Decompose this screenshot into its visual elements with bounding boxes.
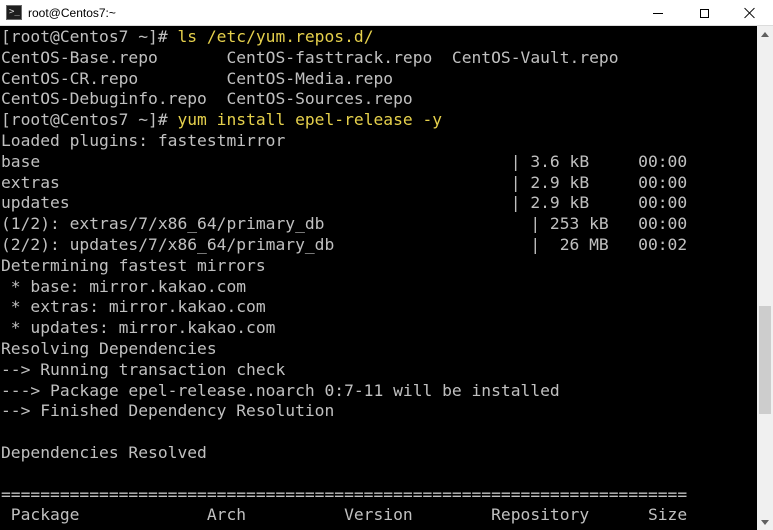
shell-prompt: [root@Centos7 ~]# bbox=[1, 27, 178, 46]
terminal-line: Dependencies Resolved bbox=[1, 442, 207, 462]
terminal-line: --> Finished Dependency Resolution bbox=[1, 401, 335, 421]
arrow-up-icon bbox=[761, 31, 769, 37]
terminal-output[interactable]: [root@Centos7 ~]# ls /etc/yum.repos.d/ C… bbox=[0, 26, 757, 530]
command-text: yum install epel-release -y bbox=[177, 110, 443, 130]
terminal-window: >_ root@Centos7:~ [root@Centos7 ~]# ls /… bbox=[0, 0, 773, 530]
terminal-line: extras | 2.9 kB 00:00 bbox=[1, 172, 688, 192]
maximize-button[interactable] bbox=[681, 0, 727, 26]
scrollbar-thumb[interactable] bbox=[759, 306, 771, 414]
terminal-line: * extras: mirror.kakao.com bbox=[1, 297, 266, 317]
scroll-up-button[interactable] bbox=[757, 26, 773, 42]
terminal-line: (1/2): extras/7/x86_64/primary_db | 253 … bbox=[1, 214, 688, 234]
terminal-line: (2/2): updates/7/x86_64/primary_db | 26 … bbox=[1, 234, 688, 254]
title-bar[interactable]: >_ root@Centos7:~ bbox=[0, 0, 773, 26]
maximize-icon bbox=[699, 8, 709, 18]
terminal-line: Determining fastest mirrors bbox=[1, 255, 266, 275]
command-text: ls /etc/yum.repos.d/ bbox=[177, 27, 374, 46]
terminal-line: CentOS-Base.repo CentOS-fasttrack.repo C… bbox=[1, 47, 619, 67]
terminal-line: Package Arch Version Repository Size bbox=[1, 505, 688, 525]
terminal-line: CentOS-Debuginfo.repo CentOS-Sources.rep… bbox=[1, 89, 413, 109]
terminal-line: Resolving Dependencies bbox=[1, 338, 217, 358]
arrow-down-icon bbox=[761, 519, 769, 525]
terminal-line: [root@Centos7 ~]# ls /etc/yum.repos.d/ bbox=[1, 27, 687, 48]
close-icon bbox=[744, 7, 756, 19]
scroll-down-button[interactable] bbox=[757, 514, 773, 530]
terminal-line: * updates: mirror.kakao.com bbox=[1, 318, 276, 338]
terminal-line: updates | 2.9 kB 00:00 bbox=[1, 193, 688, 213]
terminal-line: --> Running transaction check bbox=[1, 359, 286, 379]
terminal-line: base | 3.6 kB 00:00 bbox=[1, 151, 688, 171]
terminal-line: Loaded plugins: fastestmirror bbox=[1, 130, 286, 150]
terminal-line: * base: mirror.kakao.com bbox=[1, 276, 247, 296]
window-title: root@Centos7:~ bbox=[28, 6, 116, 20]
terminal-line: ========================================… bbox=[1, 484, 688, 504]
shell-prompt: [root@Centos7 ~]# bbox=[1, 110, 178, 130]
vertical-scrollbar[interactable] bbox=[757, 26, 773, 530]
close-button[interactable] bbox=[727, 0, 773, 26]
terminal-icon: >_ bbox=[6, 5, 22, 20]
terminal-line: CentOS-CR.repo CentOS-Media.repo bbox=[1, 68, 394, 88]
terminal-line: ---> Package epel-release.noarch 0:7-11 … bbox=[1, 380, 560, 400]
terminal-line: [root@Centos7 ~]# yum install epel-relea… bbox=[1, 110, 687, 131]
minimize-button[interactable] bbox=[635, 0, 681, 26]
minimize-icon bbox=[653, 12, 663, 14]
